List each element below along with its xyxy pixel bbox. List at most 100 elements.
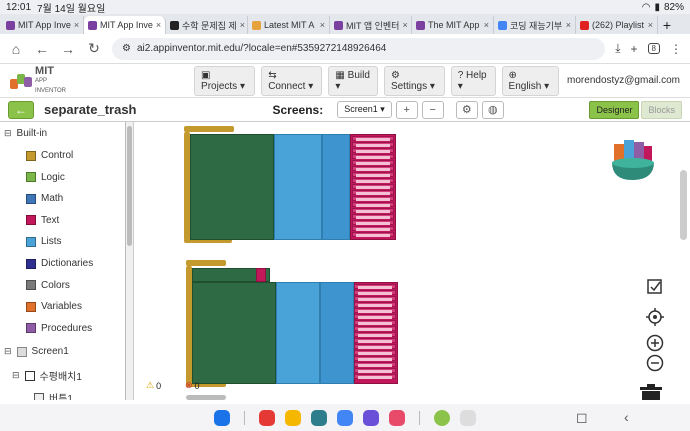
browser-tab[interactable]: MIT App Inve × — [2, 16, 84, 34]
site-info-icon[interactable]: ⚙ — [122, 43, 131, 54]
category-text[interactable]: Text — [26, 215, 59, 226]
close-tab-icon[interactable]: × — [240, 20, 245, 30]
warning-indicator[interactable]: ⚠ 0 — [146, 380, 161, 391]
add-tab-icon[interactable]: + — [631, 42, 638, 56]
category-math[interactable]: Math — [26, 193, 63, 204]
warning-icon: ⚠ — [146, 380, 155, 390]
folder-app-icon[interactable] — [285, 409, 301, 426]
category-label: Logic — [41, 171, 65, 183]
event-block-group-1[interactable] — [184, 126, 399, 244]
home-icon[interactable]: ⌂ — [8, 41, 24, 57]
category-label: Lists — [41, 236, 62, 248]
category-colors[interactable]: Colors — [26, 280, 70, 291]
error-indicator[interactable]: ⊗ 0 — [185, 380, 200, 391]
category-control[interactable]: Control — [26, 150, 73, 161]
blocks-workspace[interactable] — [134, 122, 690, 400]
url-field[interactable]: ⚙ ai2.appinventor.mit.edu/?locale=en#535… — [112, 37, 606, 60]
screens-label: Screens: — [272, 102, 324, 117]
close-tab-icon[interactable]: × — [566, 20, 571, 30]
calendar-app-icon[interactable] — [311, 409, 327, 426]
builtin-header[interactable]: ⊟ Built-in — [4, 128, 47, 139]
screen1-node[interactable]: ⊟ Screen1 — [4, 346, 69, 357]
category-label: Procedures — [41, 322, 93, 334]
screen-icon — [16, 346, 27, 357]
browser-tab[interactable]: MIT 앱 인벤터 × — [330, 16, 412, 34]
new-tab-button[interactable]: + — [658, 16, 676, 34]
checklist-icon[interactable] — [646, 278, 664, 296]
menu-connect[interactable]: ⇆ Connect ▾ — [261, 65, 323, 96]
category-procedures[interactable]: Procedures — [26, 323, 92, 334]
close-tab-icon[interactable]: × — [320, 20, 325, 30]
menu-icon: ⚙ — [390, 69, 400, 81]
collapse-icon[interactable]: ⊟ — [4, 346, 12, 357]
arrangement-node[interactable]: ⊟ 수평배치1 — [12, 368, 82, 383]
menu-label: Settings — [390, 80, 428, 92]
battery-level: 82% — [663, 1, 684, 13]
sidebar-scrollbar[interactable] — [126, 122, 134, 400]
download-icon[interactable]: ⤓ — [615, 41, 620, 56]
close-tab-icon[interactable]: × — [402, 20, 407, 30]
remove-screen-button[interactable]: − — [421, 100, 444, 119]
category-variables[interactable]: Variables — [26, 301, 82, 312]
reload-icon[interactable]: ↻ — [86, 40, 102, 57]
menu-settings[interactable]: ⚙ Settings ▾ — [383, 65, 445, 96]
project-toolbar: ← separate_trash Screens: Screen1 ▾ + − … — [0, 98, 690, 122]
project-properties-button[interactable]: ⚙ — [455, 100, 478, 119]
close-tab-icon[interactable]: × — [648, 20, 653, 30]
category-logic[interactable]: Logic — [26, 172, 65, 183]
back-to-projects-button[interactable]: ← — [8, 100, 34, 119]
button-node[interactable]: 버튼1 — [34, 390, 73, 400]
collapse-icon[interactable]: ⊟ — [12, 370, 20, 381]
browser-tab[interactable]: Latest MIT A × — [248, 16, 330, 34]
close-tab-icon[interactable]: × — [74, 20, 79, 30]
close-tab-icon[interactable]: × — [484, 20, 489, 30]
category-swatch — [26, 150, 36, 161]
designer-button[interactable]: Designer — [589, 100, 640, 119]
zoom-out-icon[interactable] — [646, 354, 664, 372]
internet-app-icon[interactable] — [363, 409, 379, 426]
home-nav-icon[interactable]: ◻ — [576, 409, 588, 426]
workspace-vertical-scrollbar[interactable] — [680, 170, 687, 240]
menu-build[interactable]: ▦ Build ▾ — [328, 65, 378, 96]
browser-tab[interactable]: The MIT App × — [412, 16, 494, 34]
messages-app-icon[interactable] — [337, 409, 353, 426]
logo-subtitle: APP INVENTOR — [35, 77, 66, 94]
close-tab-icon[interactable]: × — [156, 20, 161, 30]
app-grid-icon[interactable] — [214, 409, 230, 426]
app-drawer-icon[interactable] — [460, 409, 476, 426]
app-icon-red[interactable] — [259, 409, 275, 426]
zoom-in-icon[interactable] — [646, 334, 664, 352]
camera-app-icon[interactable] — [389, 409, 405, 426]
menu-english[interactable]: ⊕ English ▾ — [501, 65, 560, 96]
menu-projects[interactable]: ▣ Projects ▾ — [194, 65, 256, 96]
browser-tab[interactable]: 코딩 재능기부 × — [494, 16, 576, 34]
menu-help[interactable]: ? Help ▾ — [450, 65, 496, 96]
screen-select[interactable]: Screen1 ▾ — [337, 101, 392, 118]
more-menu-icon[interactable]: ⋮ — [670, 42, 682, 56]
tab-label: 코딩 재능기부 — [510, 20, 563, 31]
backpack-icon[interactable] — [610, 136, 660, 182]
tab-count-button[interactable]: 8 — [647, 43, 660, 54]
category-dictionaries[interactable]: Dictionaries — [26, 258, 93, 269]
blocks-sidebar: ⊟ Built-in ⊟ Screen1 ⊟ 수평배치1 버튼1 Control… — [0, 122, 126, 400]
mit-logo[interactable]: MIT APP INVENTOR — [10, 65, 74, 96]
forward-icon[interactable]: → — [60, 41, 76, 57]
recent-app-icon[interactable] — [434, 409, 450, 426]
browser-tab[interactable]: MIT App Inve × — [84, 16, 166, 34]
account-menu[interactable]: morendostyz@gmail.com — [567, 75, 680, 86]
arrangement-icon — [24, 370, 35, 381]
workspace-horizontal-scrollbar[interactable] — [186, 395, 226, 400]
trash-icon[interactable] — [638, 384, 664, 400]
category-swatch — [26, 172, 36, 183]
add-screen-button[interactable]: + — [395, 100, 418, 119]
back-icon[interactable]: ← — [34, 41, 50, 57]
event-block-group-2[interactable] — [186, 260, 401, 388]
back-nav-icon[interactable]: ‹ — [624, 409, 629, 425]
browser-tab[interactable]: 수학 문제집 제 × — [166, 16, 248, 34]
collapse-icon[interactable]: ⊟ — [4, 128, 12, 139]
globe-button[interactable]: ◍ — [481, 100, 504, 119]
browser-tab[interactable]: (262) Playlist × — [576, 16, 658, 34]
blocks-button[interactable]: Blocks — [641, 100, 682, 119]
category-lists[interactable]: Lists — [26, 236, 62, 247]
center-target-icon[interactable] — [646, 308, 664, 326]
